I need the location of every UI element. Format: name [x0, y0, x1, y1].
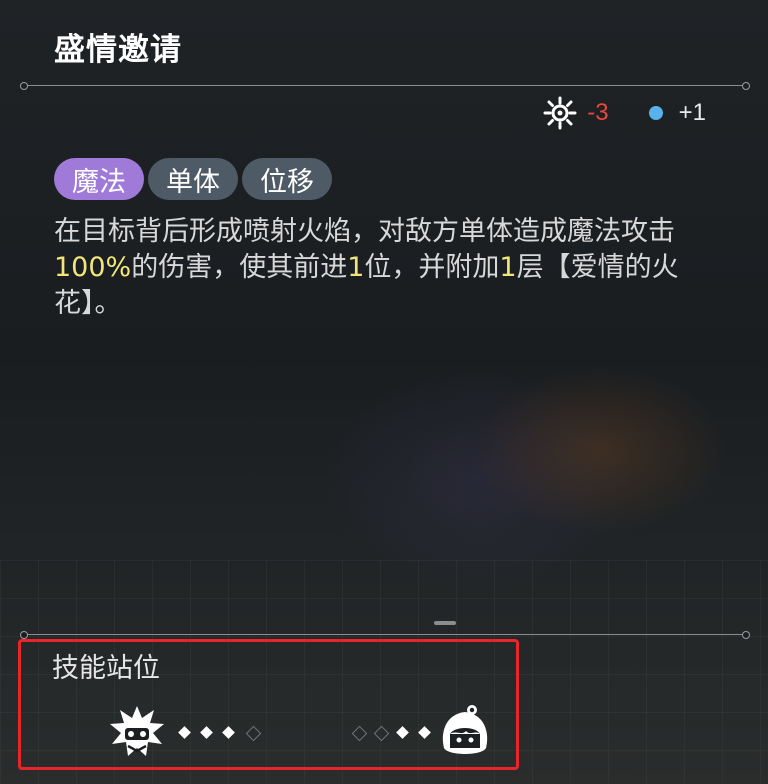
- skill-title: 盛情邀请: [54, 32, 182, 68]
- stack-count: 1: [499, 252, 517, 283]
- skill-description: 在目标背后形成喷射火焰，对敌方单体造成魔法攻击100%的伤害，使其前进1位，并附…: [54, 216, 679, 319]
- title-divider: [20, 82, 750, 90]
- skill-tags: 魔法 单体 位移: [54, 158, 332, 200]
- tag-displacement: 位移: [242, 158, 332, 200]
- damage-percent: 100%: [54, 252, 132, 283]
- advance-count: 1: [347, 252, 365, 283]
- blue-dot-icon: [648, 106, 663, 120]
- energy-cost-value: -3: [587, 99, 609, 126]
- tag-magic: 魔法: [54, 158, 144, 200]
- selection-highlight-box: [18, 639, 519, 770]
- point-gain-value: +1: [678, 99, 706, 126]
- scroll-indicator[interactable]: [434, 621, 456, 625]
- tag-single-target: 单体: [148, 158, 238, 200]
- section-divider: [20, 631, 750, 639]
- sun-icon: [543, 96, 577, 130]
- skill-cost-row: -3 +1: [543, 96, 706, 130]
